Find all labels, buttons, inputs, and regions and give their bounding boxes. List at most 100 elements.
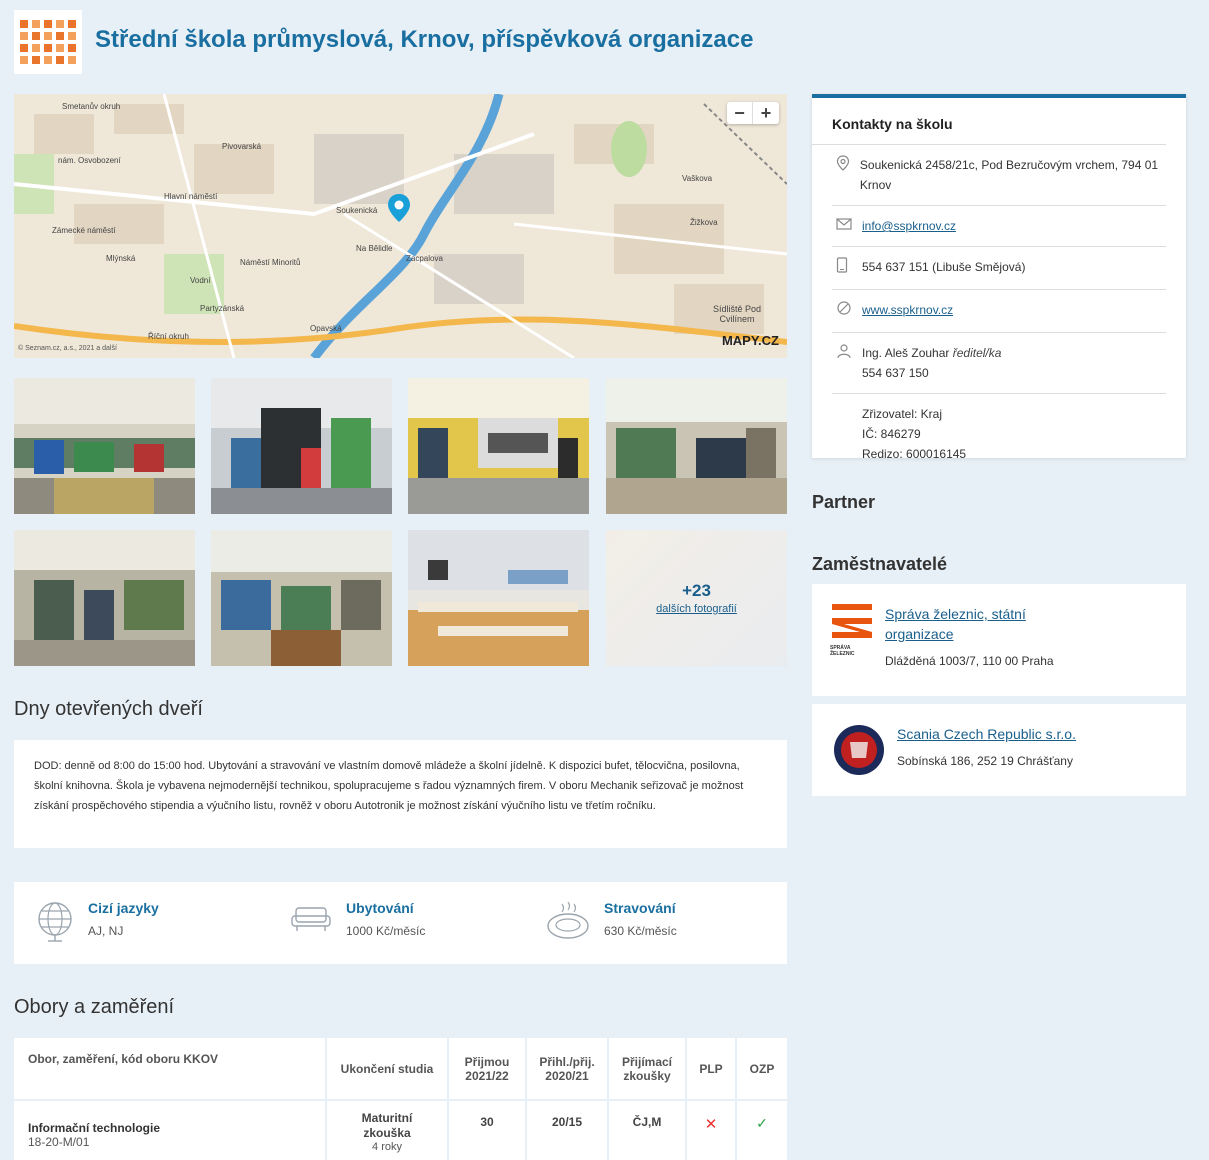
map-label: Pivovarská: [222, 142, 262, 151]
web-link[interactable]: www.sspkrnov.cz: [862, 300, 953, 322]
contact-director: Ing. Aleš Zouhar ředitel/ka 554 637 150: [832, 333, 1166, 394]
employer-card[interactable]: Scania Czech Republic s.r.o. Sobínská 18…: [812, 704, 1186, 796]
szdc-logo: SPRÁVA ŽELEZNIC: [830, 604, 874, 657]
contact-info: Zřizovatel: Kraj IČ: 846279 Redizo: 6000…: [832, 394, 1166, 474]
feature-label: Cizí jazyky: [88, 900, 159, 916]
link-icon: [837, 301, 851, 315]
address-text: Soukenická 2458/21c, Pod Bezručovým vrch…: [859, 158, 1159, 192]
employer-name[interactable]: Správa železnic, státní: [885, 604, 1054, 624]
cross-icon: ✕: [704, 1116, 718, 1133]
field-exams: ČJ,M: [608, 1099, 687, 1160]
director-role: ředitel/ka: [952, 346, 1002, 360]
location-icon: [836, 155, 850, 171]
map-label: Vaškova: [682, 174, 713, 183]
map-label: Mlýnská: [106, 254, 136, 263]
more-photos-button[interactable]: +23 dalších fotografií: [606, 530, 787, 666]
gallery-photo[interactable]: [211, 530, 392, 666]
employers-heading: Zaměstnavatelé: [812, 554, 948, 574]
map-label: Smetanův okruh: [62, 102, 121, 111]
map-label: Na Bělidle: [356, 244, 393, 253]
map-label: Sídliště Pod Cvilínem: [712, 304, 762, 324]
open-days-text: DOD: denně od 8:00 do 15:00 hod. Ubytová…: [14, 740, 787, 848]
gallery-photo[interactable]: [14, 378, 195, 514]
field-name[interactable]: Informační technologie: [28, 1121, 325, 1135]
field-end: Maturitní zkouška: [361, 1111, 413, 1140]
feature-languages: Cizí jazyky AJ, NJ: [36, 900, 159, 942]
map-zoom-controls: − +: [727, 102, 779, 124]
contacts-heading: Kontakty na školu: [812, 98, 1166, 145]
fields-heading: Obory a zaměření: [14, 996, 175, 1018]
gallery-photo[interactable]: [408, 378, 589, 514]
map-label: Žižkova: [690, 218, 718, 227]
map-label: Vodní: [190, 276, 211, 285]
contacts-card: Kontakty na školu Soukenická 2458/21c, P…: [812, 94, 1186, 461]
map-pin-icon[interactable]: [388, 194, 410, 222]
zoom-in-button[interactable]: +: [753, 102, 779, 124]
director-name: Ing. Aleš Zouhar: [862, 346, 950, 360]
table-header: PLP: [686, 1038, 737, 1100]
gallery-photo[interactable]: [606, 378, 787, 514]
field-ratio: 20/15: [526, 1099, 609, 1160]
phone-icon: [836, 257, 848, 273]
contact-address: Soukenická 2458/21c, Pod Bezručovým vrch…: [832, 145, 1166, 206]
employer-card[interactable]: SPRÁVA ŽELEZNIC Správa železnic, státní …: [812, 584, 1186, 696]
mapy-cz-logo[interactable]: MAPY.CZ: [722, 333, 779, 348]
feature-label: Ubytování: [346, 900, 414, 916]
map[interactable]: Smetanův okruh Pivovarská Hlavní náměstí…: [14, 94, 787, 358]
employer-name[interactable]: organizace: [885, 624, 1054, 644]
field-code: 18-20-M/01: [28, 1135, 90, 1149]
map-tiles: [14, 94, 787, 358]
employer-address: Sobínská 186, 252 19 Chrášťany: [897, 754, 1073, 768]
sofa-icon: [291, 907, 331, 931]
field-years: 4 roky: [372, 1141, 402, 1153]
partner-heading: Partner: [812, 492, 876, 512]
map-label: Hlavní náměstí: [164, 192, 218, 201]
fields-table: Obor, zaměření, kód oboru KKOV Ukončení …: [14, 1038, 787, 1160]
more-photos-count: +23: [682, 581, 711, 600]
globe-icon: [38, 902, 72, 942]
ic-text: IČ: 846279: [862, 427, 921, 441]
map-label: Zámecké náměstí: [52, 226, 116, 235]
table-header: Přijmou 2021/22: [448, 1038, 527, 1100]
table-header: Přihl./přij. 2020/21: [526, 1038, 609, 1100]
school-features: Cizí jazyky AJ, NJ Ubytování 1000 Kč/měs…: [14, 882, 787, 964]
scania-logo: [832, 724, 886, 781]
map-label: Soukenická: [336, 206, 378, 215]
table-header: Obor, zaměření, kód oboru KKOV: [14, 1038, 327, 1100]
check-icon: ✓: [756, 1115, 768, 1131]
gallery-photo[interactable]: [14, 530, 195, 666]
map-label: Opavská: [310, 324, 342, 333]
mail-icon: [836, 218, 852, 230]
map-label: Říční okruh: [148, 332, 189, 341]
feature-accommodation: Ubytování 1000 Kč/měsíc: [290, 900, 425, 938]
map-label: Náměstí Minoritů: [240, 258, 301, 267]
gallery-photo[interactable]: [211, 378, 392, 514]
table-row[interactable]: Informační technologie 18-20-M/01 Maturi…: [14, 1099, 787, 1160]
director-phone: 554 637 150: [862, 366, 929, 380]
school-logo: [14, 10, 82, 74]
more-photos-link[interactable]: dalších fotografií: [656, 603, 737, 615]
employer-address: Dlážděná 1003/7, 110 00 Praha: [885, 654, 1054, 668]
map-copyright[interactable]: © Seznam.cz, a.s., 2021 a další: [18, 345, 117, 352]
gallery-photo[interactable]: [408, 530, 589, 666]
feature-label: Stravování: [604, 900, 676, 916]
feature-value: 1000 Kč/měsíc: [346, 924, 426, 938]
contact-phone: 554 637 151 (Libuše Smějová): [832, 247, 1166, 290]
founder-text: Zřizovatel: Kraj: [862, 407, 943, 421]
feature-catering: Stravování 630 Kč/měsíc: [546, 900, 677, 942]
map-label: Zacpalova: [406, 254, 443, 263]
zoom-out-button[interactable]: −: [727, 102, 753, 124]
redizo-text: Redizo: 600016145: [862, 447, 967, 461]
employer-name[interactable]: Scania Czech Republic s.r.o.: [897, 724, 1076, 744]
page-title: Střední škola průmyslová, Krnov, příspěv…: [95, 26, 754, 53]
contact-web: www.sspkrnov.cz: [832, 290, 1166, 333]
feature-value: AJ, NJ: [88, 924, 124, 938]
table-header: Ukončení studia: [326, 1038, 449, 1100]
map-label: nám. Osvobození: [58, 156, 121, 165]
table-header: OZP: [749, 1061, 775, 1076]
map-label: Partyzánská: [200, 304, 245, 313]
contact-email: info@sspkrnov.cz: [832, 206, 1166, 247]
feature-value: 630 Kč/měsíc: [604, 924, 677, 938]
email-link[interactable]: info@sspkrnov.cz: [862, 216, 956, 236]
table-header: Přijímací zkoušky: [608, 1038, 687, 1100]
